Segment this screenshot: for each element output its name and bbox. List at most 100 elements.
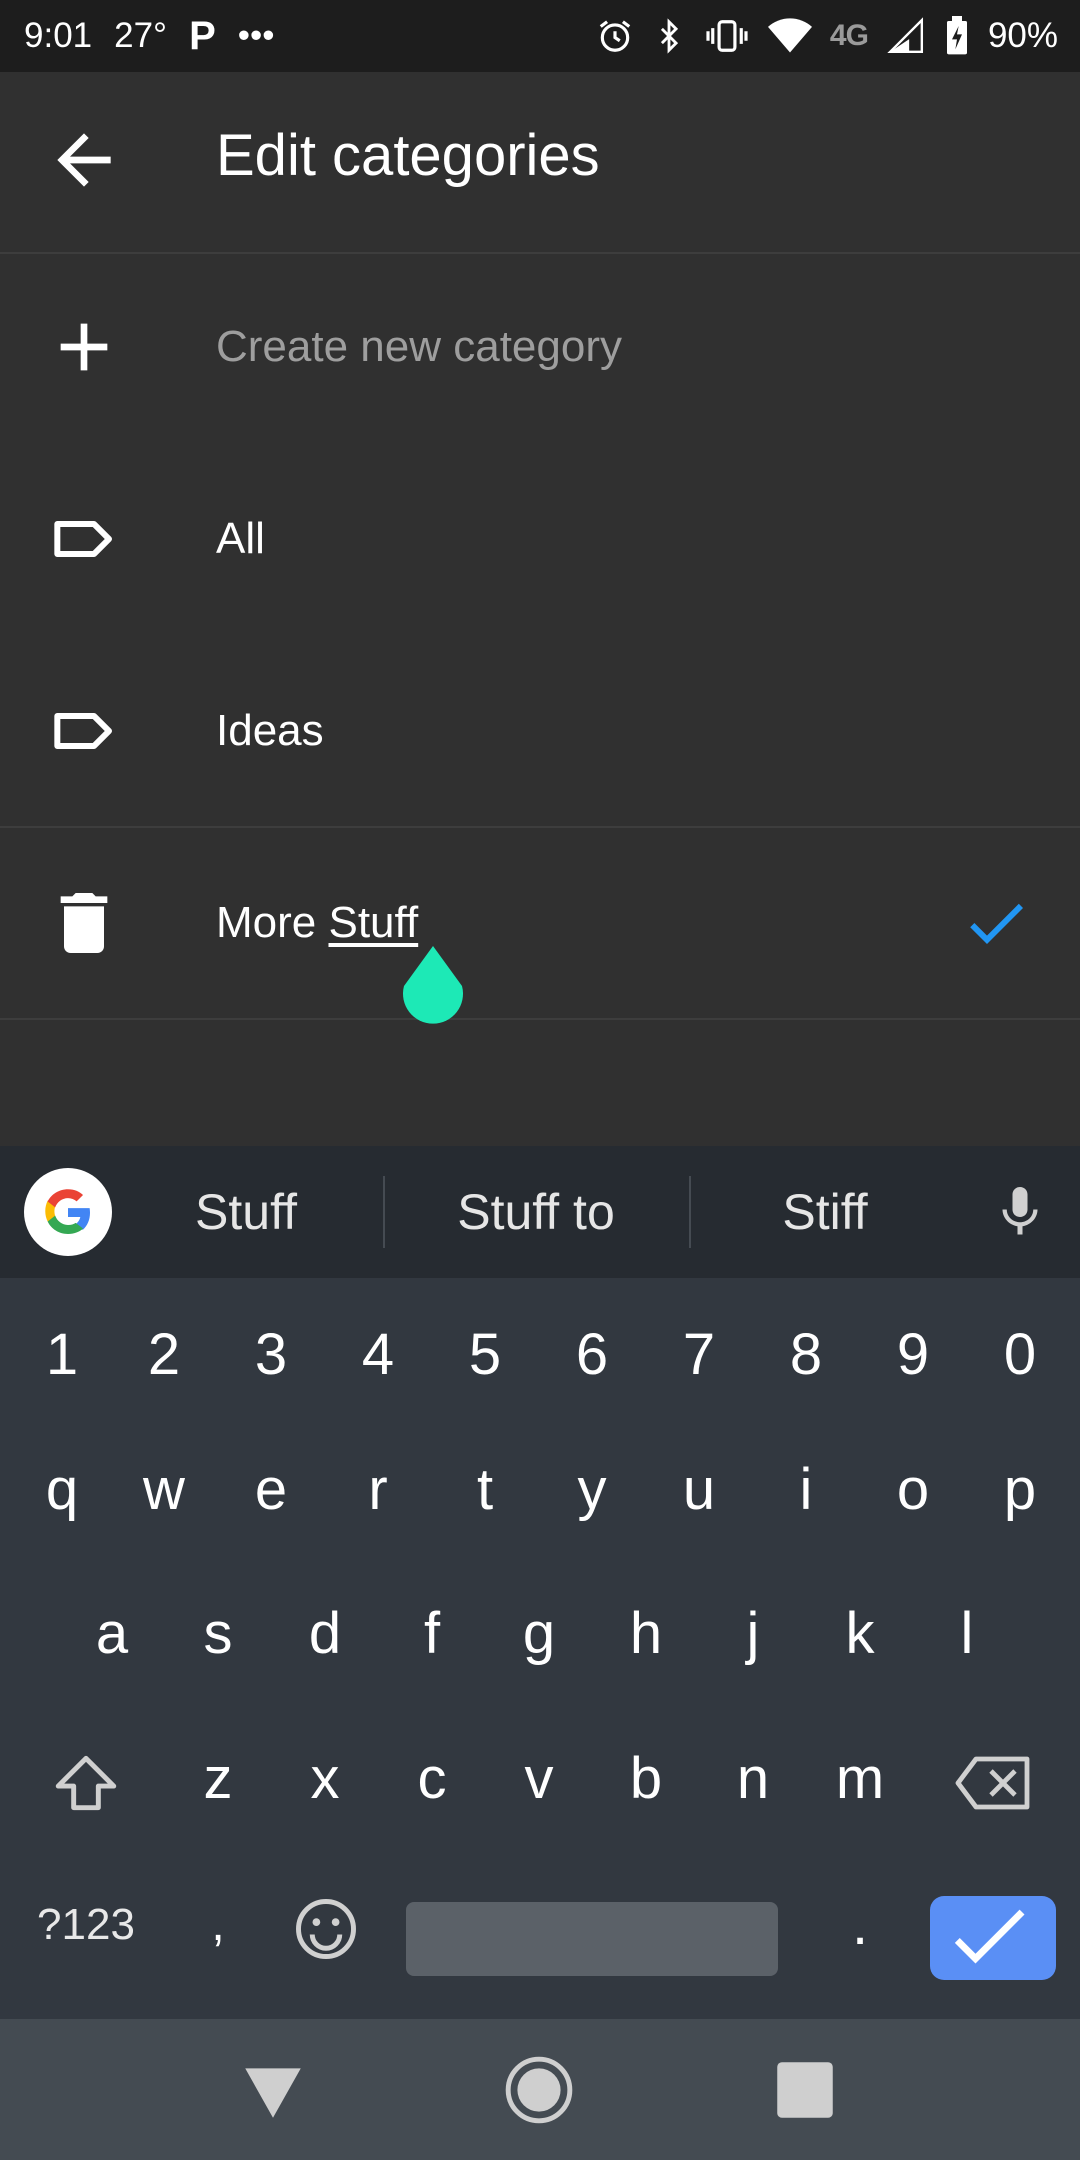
key-u[interactable]: u — [661, 1425, 737, 1555]
key-e[interactable]: e — [233, 1425, 309, 1555]
key-9[interactable]: 9 — [875, 1290, 951, 1420]
key-4[interactable]: 4 — [340, 1290, 416, 1420]
bluetooth-icon — [660, 18, 678, 54]
key-l[interactable]: l — [929, 1569, 1005, 1699]
comma-key[interactable]: , — [180, 1860, 256, 1990]
label-icon — [54, 521, 112, 557]
period-key[interactable]: . — [822, 1860, 898, 1990]
checkmark-icon[interactable] — [960, 887, 1032, 959]
key-6[interactable]: 6 — [554, 1290, 630, 1420]
status-bar: 9:01 27° P ••• 4G 90% — [0, 0, 1080, 72]
text-cursor-handle[interactable] — [400, 944, 466, 1030]
more-notifications-icon: ••• — [237, 16, 275, 55]
trash-icon[interactable] — [44, 883, 124, 963]
suggestion-1[interactable]: Stuff — [150, 1146, 342, 1278]
soft-keyboard: Stuff Stuff to Stiff 1 2 3 4 5 6 7 8 9 0… — [0, 1146, 1080, 2019]
key-y[interactable]: y — [554, 1425, 630, 1555]
battery-charging-icon — [946, 16, 967, 55]
create-category-input[interactable]: Create new category — [216, 322, 622, 372]
key-j[interactable]: j — [715, 1569, 791, 1699]
key-i[interactable]: i — [768, 1425, 844, 1555]
key-g[interactable]: g — [501, 1569, 577, 1699]
key-0[interactable]: 0 — [982, 1290, 1058, 1420]
shift-key[interactable] — [36, 1714, 136, 1844]
emoji-key[interactable] — [284, 1860, 368, 1990]
key-3[interactable]: 3 — [233, 1290, 309, 1420]
key-o[interactable]: o — [875, 1425, 951, 1555]
suggestion-divider — [383, 1176, 385, 1248]
label-icon — [54, 713, 112, 749]
key-n[interactable]: n — [715, 1714, 791, 1844]
wifi-icon — [767, 18, 812, 53]
network-type-label: 4G — [829, 19, 869, 52]
shift-icon — [55, 1755, 117, 1810]
key-b[interactable]: b — [608, 1714, 684, 1844]
key-a[interactable]: a — [74, 1569, 150, 1699]
letter-row-3: z x c v b n m — [0, 1714, 1080, 1844]
composing-word: Stuff — [328, 898, 419, 947]
suggestion-bar: Stuff Stuff to Stiff — [0, 1146, 1080, 1278]
google-logo-icon — [45, 1189, 90, 1234]
key-p[interactable]: p — [982, 1425, 1058, 1555]
enter-key[interactable] — [930, 1896, 1056, 1980]
spacebar[interactable] — [406, 1902, 778, 1976]
key-t[interactable]: t — [447, 1425, 523, 1555]
home-icon[interactable] — [502, 2053, 576, 2127]
suggestion-2[interactable]: Stuff to — [420, 1146, 652, 1278]
category-name-text: More — [216, 898, 329, 947]
signal-icon — [887, 17, 923, 54]
key-z[interactable]: z — [180, 1714, 256, 1844]
key-s[interactable]: s — [180, 1569, 256, 1699]
symbols-key[interactable]: ?123 — [24, 1860, 148, 1990]
key-r[interactable]: r — [340, 1425, 416, 1555]
key-2[interactable]: 2 — [126, 1290, 202, 1420]
battery-percentage: 90% — [987, 16, 1058, 55]
status-temperature: 27° — [114, 16, 168, 55]
status-time: 9:01 — [24, 16, 93, 55]
suggestion-divider — [689, 1176, 691, 1248]
category-row-editing: More Stuff — [0, 826, 1080, 1020]
letter-row-1: q w e r t y u i o p — [0, 1425, 1080, 1555]
backspace-key[interactable] — [944, 1714, 1044, 1844]
key-q[interactable]: q — [24, 1425, 100, 1555]
bottom-row: ?123 , . — [0, 1860, 1080, 1990]
checkmark-icon — [954, 1909, 1025, 1964]
microphone-icon[interactable] — [990, 1180, 1050, 1244]
key-k[interactable]: k — [822, 1569, 898, 1699]
arrow-back-icon — [57, 133, 111, 187]
parking-badge-icon: P — [189, 13, 216, 58]
suggestion-3[interactable]: Stiff — [720, 1146, 930, 1278]
key-c[interactable]: c — [394, 1714, 470, 1844]
key-1[interactable]: 1 — [24, 1290, 100, 1420]
vibrate-icon — [706, 20, 748, 52]
page-title: Edit categories — [216, 123, 600, 188]
back-button[interactable] — [44, 120, 124, 200]
back-triangle-icon[interactable] — [236, 2053, 310, 2127]
category-label: Ideas — [216, 706, 324, 755]
key-5[interactable]: 5 — [447, 1290, 523, 1420]
letter-row-2: a s d f g h j k l — [0, 1569, 1080, 1699]
category-row-ideas[interactable]: Ideas — [0, 636, 1080, 826]
google-button[interactable] — [24, 1168, 112, 1256]
alarm-icon — [599, 20, 631, 52]
key-d[interactable]: d — [287, 1569, 363, 1699]
key-w[interactable]: w — [126, 1425, 202, 1555]
category-row-all[interactable]: All — [0, 444, 1080, 634]
navigation-bar — [0, 2019, 1080, 2160]
backspace-icon — [955, 1756, 1030, 1810]
emoji-icon — [296, 1898, 356, 1959]
key-8[interactable]: 8 — [768, 1290, 844, 1420]
key-m[interactable]: m — [822, 1714, 898, 1844]
key-7[interactable]: 7 — [661, 1290, 737, 1420]
key-h[interactable]: h — [608, 1569, 684, 1699]
key-v[interactable]: v — [501, 1714, 577, 1844]
key-x[interactable]: x — [287, 1714, 363, 1844]
create-category-row[interactable]: Create new category — [0, 252, 1080, 442]
number-row: 1 2 3 4 5 6 7 8 9 0 — [0, 1290, 1080, 1420]
app-bar: Edit categories — [0, 72, 1080, 254]
category-name-field[interactable]: More Stuff — [216, 898, 418, 948]
category-label: All — [216, 514, 265, 563]
key-f[interactable]: f — [394, 1569, 470, 1699]
plus-icon — [60, 323, 108, 371]
recents-icon[interactable] — [768, 2053, 842, 2127]
